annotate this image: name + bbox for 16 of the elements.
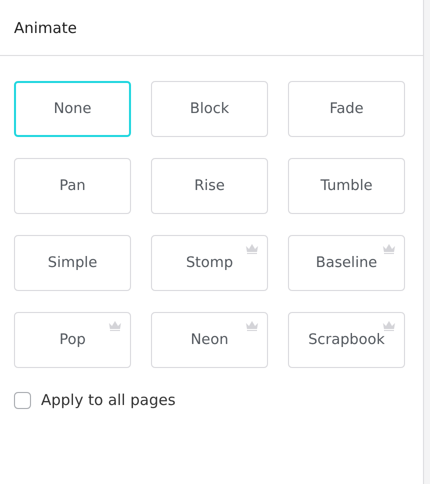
panel-title: Animate [14,18,77,36]
animation-option[interactable]: Rise [151,158,268,214]
animation-option[interactable]: Pop [14,312,131,368]
animation-option[interactable]: Pan [14,158,131,214]
animation-option[interactable]: Simple [14,235,131,291]
animation-option[interactable]: Block [151,81,268,137]
animation-option[interactable]: Neon [151,312,268,368]
animation-option[interactable]: None [14,81,131,137]
apply-all-checkbox[interactable] [14,392,31,408]
animation-option[interactable]: Scrapbook [288,312,405,368]
animation-option[interactable]: Fade [288,81,405,137]
animation-option[interactable]: Baseline [288,235,405,291]
animation-option[interactable]: Stomp [151,235,268,291]
checkbox-label: Apply to all pages [41,391,176,409]
animation-option[interactable]: Tumble [288,158,405,214]
scrollbar-track[interactable] [423,0,430,484]
